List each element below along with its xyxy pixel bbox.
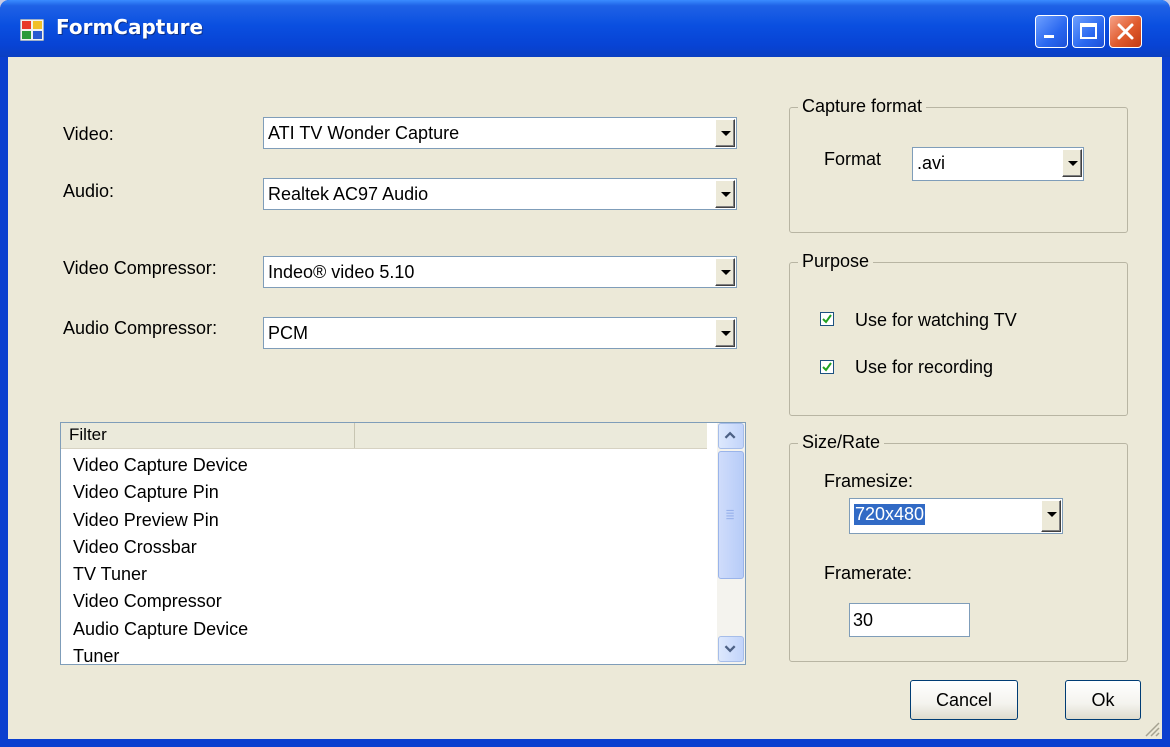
grip-icon <box>726 509 734 520</box>
chevron-down-icon[interactable] <box>715 119 735 147</box>
framesize-value: 720x480 <box>854 504 926 525</box>
vertical-scrollbar[interactable] <box>717 423 745 664</box>
format-value: .avi <box>917 153 946 173</box>
cancel-button[interactable]: Cancel <box>910 680 1018 720</box>
framerate-input[interactable]: 30 <box>849 603 970 637</box>
recording-checkbox[interactable] <box>820 360 834 374</box>
list-item[interactable]: Video Crossbar <box>73 537 248 564</box>
ok-button[interactable]: Ok <box>1065 680 1141 720</box>
window-title: FormCapture <box>56 15 204 39</box>
maximize-icon <box>1080 23 1097 39</box>
watching-tv-checkbox[interactable] <box>820 312 834 326</box>
chevron-down-icon[interactable] <box>1041 500 1061 532</box>
chevron-down-icon <box>724 645 736 653</box>
purpose-group: Purpose <box>789 251 1128 416</box>
filter-rows: Video Capture Device Video Capture Pin V… <box>73 455 248 664</box>
filter-listview[interactable]: Filter Video Capture Device Video Captur… <box>60 422 746 665</box>
video-device-combo[interactable]: ATI TV Wonder Capture <box>263 117 737 149</box>
chevron-down-icon[interactable] <box>715 319 735 347</box>
size-rate-title: Size/Rate <box>798 432 885 453</box>
watching-tv-label[interactable]: Use for watching TV <box>855 310 1017 331</box>
scroll-thumb[interactable] <box>718 451 744 579</box>
scroll-down-button[interactable] <box>718 636 744 662</box>
app-icon <box>20 19 44 41</box>
recording-label[interactable]: Use for recording <box>855 357 993 378</box>
form-capture-window: FormCapture Video: ATI TV Wonder Capture… <box>0 0 1170 747</box>
minimize-icon <box>1044 35 1054 38</box>
list-item[interactable]: Video Compressor <box>73 591 248 618</box>
capture-format-title: Capture format <box>798 96 927 117</box>
format-combo[interactable]: .avi <box>912 147 1084 181</box>
framerate-value: 30 <box>853 610 874 630</box>
audio-device-combo[interactable]: Realtek AC97 Audio <box>263 178 737 210</box>
checkmark-icon <box>822 362 832 372</box>
resize-grip-icon[interactable] <box>1142 719 1160 737</box>
chevron-down-icon[interactable] <box>715 180 735 208</box>
framesize-combo[interactable]: 720x480 <box>849 498 1063 534</box>
audio-compressor-combo[interactable]: PCM <box>263 317 737 349</box>
list-item[interactable]: TV Tuner <box>73 564 248 591</box>
chevron-down-icon[interactable] <box>715 258 735 286</box>
close-icon <box>1117 23 1134 40</box>
framerate-label: Framerate: <box>824 563 913 583</box>
purpose-title: Purpose <box>798 251 874 272</box>
audio-label: Audio: <box>63 181 115 201</box>
video-device-value: ATI TV Wonder Capture <box>268 123 460 143</box>
scroll-up-button[interactable] <box>718 423 744 449</box>
audio-compressor-value: PCM <box>268 323 308 343</box>
column-header-blank[interactable] <box>355 423 707 448</box>
framesize-label: Framesize: <box>824 471 914 491</box>
video-compressor-label: Video Compressor: <box>63 258 217 278</box>
audio-compressor-label: Audio Compressor: <box>63 318 218 338</box>
minimize-button[interactable] <box>1035 15 1068 48</box>
audio-device-value: Realtek AC97 Audio <box>268 184 429 204</box>
video-label: Video: <box>63 124 114 144</box>
title-bar[interactable]: FormCapture <box>0 0 1170 57</box>
list-item[interactable]: Video Capture Pin <box>73 482 248 509</box>
close-button[interactable] <box>1109 15 1142 48</box>
format-label: Format <box>824 149 882 169</box>
video-compressor-combo[interactable]: Indeo® video 5.10 <box>263 256 737 288</box>
maximize-button[interactable] <box>1072 15 1105 48</box>
list-item[interactable]: Video Preview Pin <box>73 510 248 537</box>
column-header-filter[interactable]: Filter <box>61 423 355 448</box>
checkmark-icon <box>822 314 832 324</box>
list-item[interactable]: Audio Capture Device <box>73 619 248 646</box>
list-item[interactable]: Video Capture Device <box>73 455 248 482</box>
list-item[interactable]: Tuner <box>73 646 248 664</box>
client-area: Video: ATI TV Wonder Capture Audio: Real… <box>8 57 1162 739</box>
chevron-down-icon[interactable] <box>1062 149 1082 177</box>
chevron-up-icon <box>724 431 736 439</box>
list-header: Filter <box>61 423 707 449</box>
video-compressor-value: Indeo® video 5.10 <box>268 262 415 282</box>
